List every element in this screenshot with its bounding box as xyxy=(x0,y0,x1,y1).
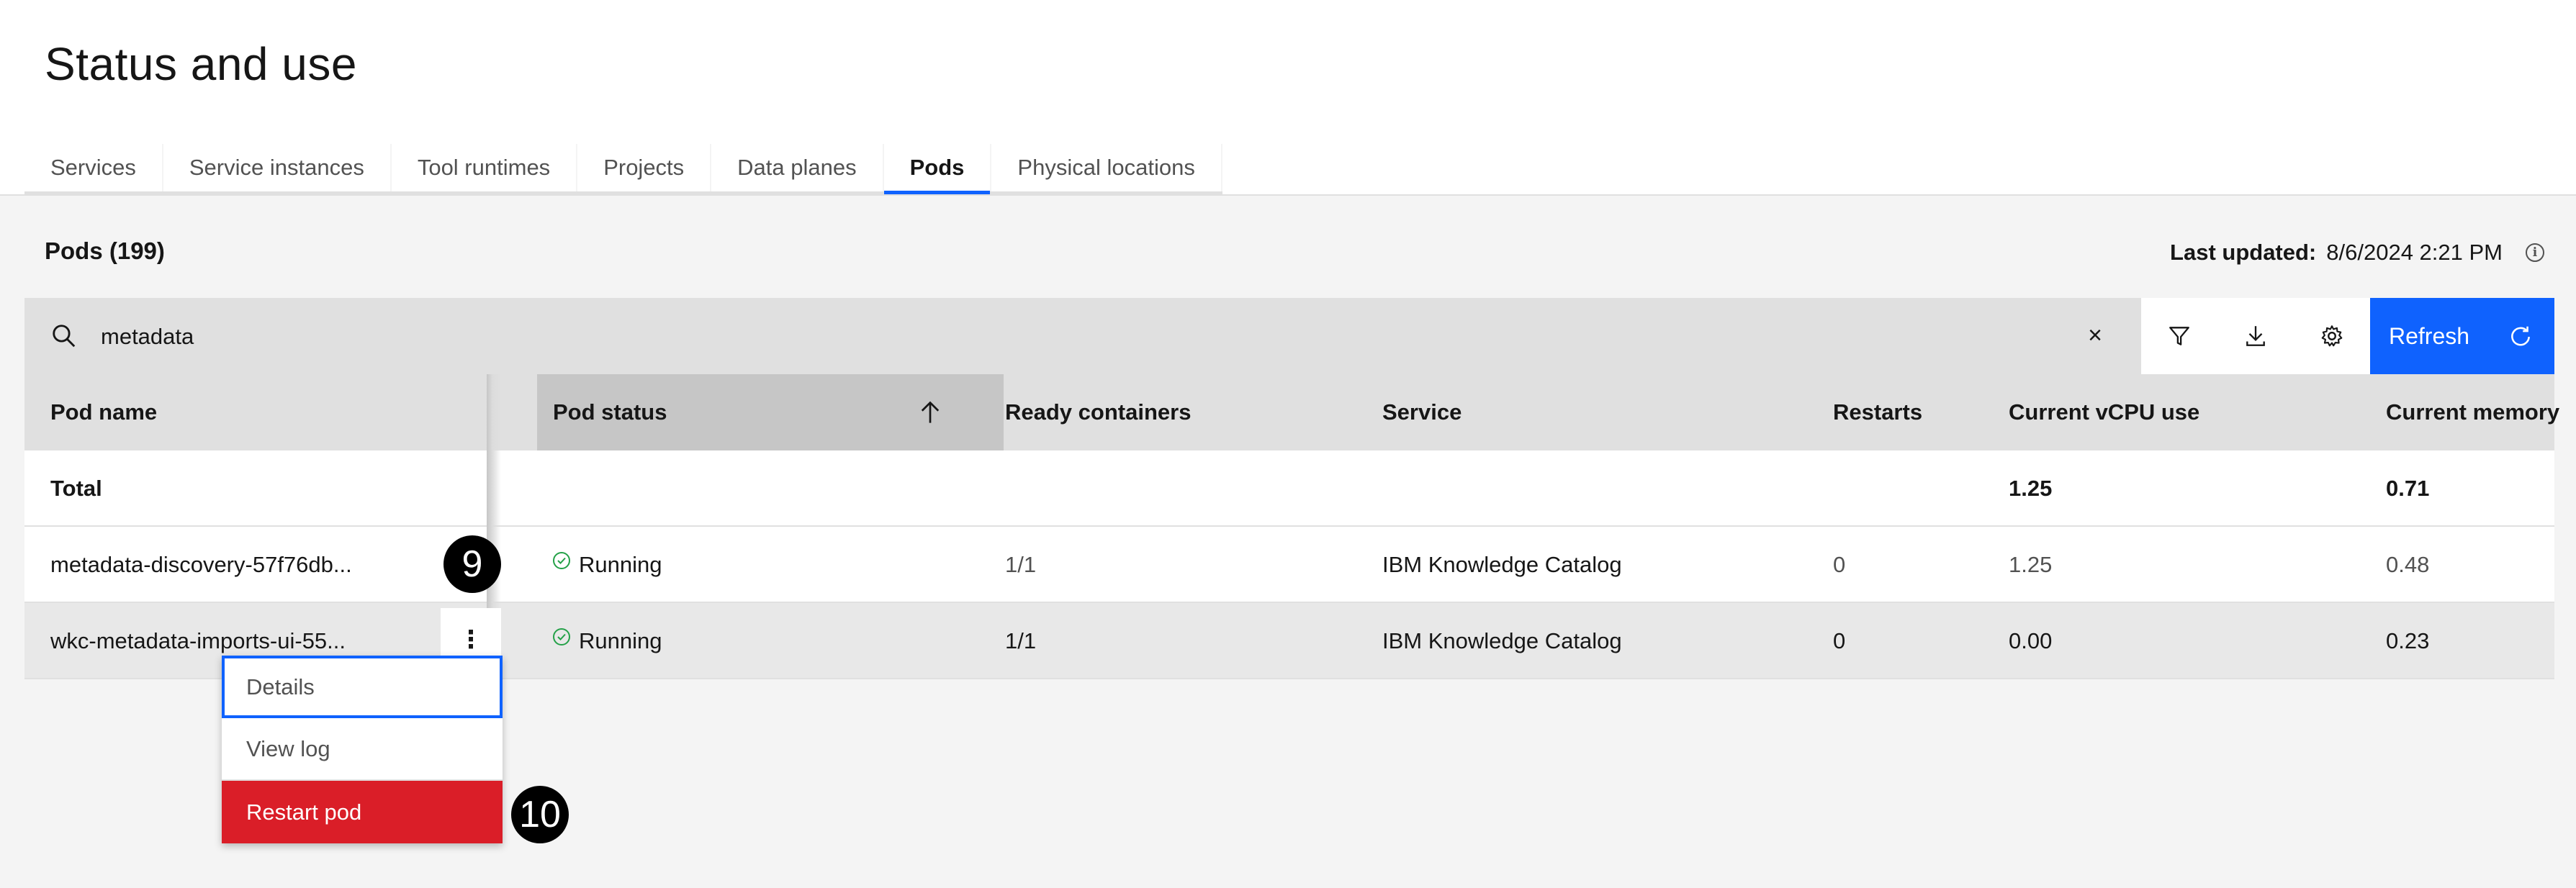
table-header-row: Pod name Pod status Ready containers Ser… xyxy=(24,374,2559,450)
callout-badge: 10 xyxy=(511,786,569,843)
memory-use: 0.23 xyxy=(2386,628,2430,653)
tab-services[interactable]: Services xyxy=(24,144,163,191)
section-title: Pods (199) xyxy=(45,237,165,264)
gear-icon xyxy=(2321,325,2343,347)
restarts: 0 xyxy=(1833,628,1846,653)
pod-status-label: Running xyxy=(579,628,662,653)
search-bar[interactable]: metadata × xyxy=(24,298,2141,374)
ready-containers: 1/1 xyxy=(1005,552,1037,577)
menu-item-details[interactable]: Details xyxy=(222,656,503,718)
tab-projects[interactable]: Projects xyxy=(577,144,712,191)
page-header: Status and use Services Service instance… xyxy=(0,0,2576,196)
tab-data-planes[interactable]: Data planes xyxy=(711,144,884,191)
column-header-ready-containers[interactable]: Ready containers xyxy=(1005,374,1191,450)
last-updated: Last updated: 8/6/2024 2:21 PM i xyxy=(2170,240,2544,266)
overflow-menu: Details View log Restart pod xyxy=(222,656,503,843)
pods-table: Pod name Pod status Ready containers Ser… xyxy=(24,374,2559,679)
service-name: IBM Knowledge Catalog xyxy=(1382,552,1622,577)
memory-use: 0.48 xyxy=(2386,552,2430,577)
overflow-menu-icon: ⋮ xyxy=(459,626,483,653)
menu-item-view-log[interactable]: View log xyxy=(222,718,503,781)
refresh-icon xyxy=(2511,326,2530,346)
search-input[interactable]: metadata xyxy=(101,324,194,350)
total-cpu: 1.25 xyxy=(2009,476,2053,501)
page-title: Status and use xyxy=(45,38,357,90)
total-row: Total 1.25 0.71 xyxy=(24,450,2554,527)
cpu-use: 0.00 xyxy=(2009,628,2053,653)
last-updated-value: 8/6/2024 2:21 PM xyxy=(2326,240,2503,265)
menu-item-restart-pod[interactable]: Restart pod xyxy=(222,781,503,843)
total-label: Total xyxy=(50,476,102,501)
service-name: IBM Knowledge Catalog xyxy=(1382,628,1622,653)
column-header-service[interactable]: Service xyxy=(1382,374,1462,450)
tab-pods[interactable]: Pods xyxy=(883,144,992,194)
checkmark-icon xyxy=(553,628,570,645)
tab-list: Services Service instances Tool runtimes… xyxy=(24,144,1222,194)
refresh-button[interactable]: Refresh xyxy=(2370,298,2554,374)
table-row[interactable]: metadata-discovery-57f76db... Running 1/… xyxy=(24,527,2554,603)
ready-containers: 1/1 xyxy=(1005,628,1037,653)
tab-tool-runtimes[interactable]: Tool runtimes xyxy=(392,144,578,191)
close-icon[interactable]: × xyxy=(2078,318,2112,353)
refresh-label: Refresh xyxy=(2389,322,2470,349)
pod-name[interactable]: metadata-discovery-57f76db... xyxy=(50,527,352,603)
column-header-pod-name[interactable]: Pod name xyxy=(50,374,157,450)
restarts: 0 xyxy=(1833,552,1846,577)
search-icon xyxy=(53,325,76,348)
filter-icon xyxy=(2169,327,2189,345)
last-updated-label: Last updated: xyxy=(2170,240,2317,265)
checkmark-icon xyxy=(553,552,570,569)
pod-status: Running xyxy=(553,527,662,603)
tab-service-instances[interactable]: Service instances xyxy=(163,144,392,191)
column-header-pod-status[interactable]: Pod status xyxy=(553,374,667,450)
download-button[interactable] xyxy=(2217,298,2294,374)
column-header-memory[interactable]: Current memory xyxy=(2386,374,2559,450)
total-memory: 0.71 xyxy=(2386,476,2430,501)
column-header-cpu[interactable]: Current vCPU use xyxy=(2009,374,2199,450)
settings-button[interactable] xyxy=(2294,298,2370,374)
tab-physical-locations[interactable]: Physical locations xyxy=(991,144,1222,191)
filter-button[interactable] xyxy=(2141,298,2217,374)
arrow-up-icon[interactable] xyxy=(917,399,943,426)
column-header-restarts[interactable]: Restarts xyxy=(1833,374,1922,450)
pod-status-label: Running xyxy=(579,552,662,577)
download-icon xyxy=(2246,326,2265,346)
info-icon[interactable]: i xyxy=(2526,243,2544,262)
pod-status: Running xyxy=(553,603,662,679)
callout-badge: 9 xyxy=(443,535,501,593)
table-toolbar: metadata × Refresh xyxy=(24,298,2554,374)
cpu-use: 1.25 xyxy=(2009,552,2053,577)
